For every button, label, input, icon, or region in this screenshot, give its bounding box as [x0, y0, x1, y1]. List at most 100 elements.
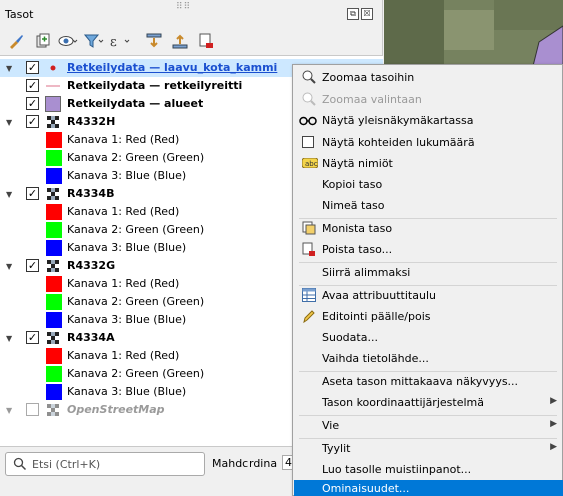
layer-checkbox[interactable]: ✓	[26, 331, 39, 344]
float-panel-icon[interactable]: ⧉	[347, 8, 359, 20]
style-brush-icon[interactable]	[6, 31, 26, 51]
svg-text:ε: ε	[110, 35, 117, 49]
menu-item-styles[interactable]: Tyylit ▶	[294, 438, 563, 459]
menu-label: Kopioi taso	[322, 178, 383, 191]
menu-item-toggle-editing[interactable]: Editointi päälle/pois	[294, 306, 563, 327]
menu-item-create-layer-notes[interactable]: Luo tasolle muistiinpanot...	[294, 459, 563, 480]
submenu-arrow-icon: ▶	[550, 419, 557, 429]
band-label: Kanava 2: Green (Green)	[67, 367, 205, 380]
raster-icon	[45, 402, 61, 418]
layer-checkbox[interactable]: ✓	[26, 259, 39, 272]
red-swatch	[46, 348, 62, 364]
blue-swatch	[46, 168, 62, 184]
drag-handle[interactable]: ⠿⠿	[176, 2, 191, 12]
expression-filter-icon[interactable]: ε	[110, 31, 130, 51]
expand-all-icon[interactable]	[144, 31, 164, 51]
menu-label: Zoomaa tasoihin	[322, 71, 415, 84]
line-symbol-icon	[45, 78, 61, 94]
svg-text:abc: abc	[305, 160, 318, 168]
menu-item-open-attribute-table[interactable]: Avaa attribuuttitaulu	[294, 285, 563, 306]
menu-item-show-in-overview[interactable]: Näytä yleisnäkymäkartassa	[294, 110, 563, 131]
menu-label: Siirrä alimmaksi	[322, 266, 411, 279]
red-swatch	[46, 204, 62, 220]
menu-label: Tason koordinaattijärjestelmä	[322, 396, 484, 409]
band-label: Kanava 2: Green (Green)	[67, 151, 205, 164]
menu-item-zoom-to-selection[interactable]: Zoomaa valintaan	[294, 89, 563, 110]
band-label: Kanava 3: Blue (Blue)	[67, 169, 187, 182]
search-input[interactable]: Etsi (Ctrl+K)	[5, 452, 205, 476]
menu-label: Näytä kohteiden lukumäärä	[322, 136, 475, 149]
menu-item-zoom-to-layers[interactable]: Zoomaa tasoihin	[294, 67, 563, 88]
raster-icon	[45, 258, 61, 274]
panel-title: Tasot	[5, 8, 34, 21]
collapse-arrow-icon[interactable]: ▼	[6, 190, 12, 199]
close-panel-icon[interactable]: ☒	[361, 8, 373, 20]
menu-label: Editointi päälle/pois	[322, 310, 431, 323]
filter-icon[interactable]	[84, 31, 104, 51]
label-icon: abc	[301, 157, 319, 172]
layer-label: Retkeilydata — laavu_kota_kammi	[67, 61, 278, 74]
collapse-arrow-icon[interactable]: ▼	[6, 262, 12, 271]
menu-label: Monista taso	[322, 222, 393, 235]
remove-layer-icon[interactable]	[196, 31, 216, 51]
qgis-window: Tasot ⠿⠿ ⧉ ☒ ε ▼ ✓ Retkeilydata — laavu_…	[0, 0, 563, 496]
band-label: Kanava 1: Red (Red)	[67, 205, 180, 218]
table-icon	[302, 288, 316, 302]
layer-checkbox[interactable]: ✓	[26, 187, 39, 200]
menu-label: Näytä nimiöt	[322, 157, 393, 170]
layer-context-menu: Zoomaa tasoihin Zoomaa valintaan Näytä y…	[292, 64, 563, 496]
layer-checkbox[interactable]: ✓	[26, 61, 39, 74]
raster-icon	[45, 330, 61, 346]
menu-item-set-scale-visibility[interactable]: Aseta tason mittakaava näkyvyys...	[294, 371, 563, 392]
panel-titlebar: Tasot ⠿⠿ ⧉ ☒	[0, 0, 383, 28]
red-swatch	[46, 132, 62, 148]
menu-item-change-data-source[interactable]: Vaihda tietolähde...	[294, 348, 563, 369]
layer-label: OpenStreetMap	[67, 403, 165, 416]
submenu-arrow-icon: ▶	[550, 396, 557, 406]
menu-item-export[interactable]: Vie ▶	[294, 415, 563, 436]
collapse-arrow-icon[interactable]: ▼	[6, 334, 12, 343]
band-label: Kanava 2: Green (Green)	[67, 295, 205, 308]
search-icon	[13, 457, 27, 474]
menu-label: Näytä yleisnäkymäkartassa	[322, 114, 474, 127]
blue-swatch	[46, 384, 62, 400]
blue-swatch	[46, 240, 62, 256]
zoom-icon	[302, 70, 316, 84]
band-label: Kanava 1: Red (Red)	[67, 349, 180, 362]
collapse-arrow-icon[interactable]: ▼	[6, 64, 12, 73]
pencil-icon	[302, 309, 316, 324]
menu-item-duplicate-layer[interactable]: Monista taso	[294, 218, 563, 239]
menu-item-properties[interactable]: Ominaisuudet...	[294, 480, 563, 496]
menu-item-show-feature-count[interactable]: Näytä kohteiden lukumäärä	[294, 132, 563, 153]
raster-icon	[45, 114, 61, 130]
duplicate-icon	[302, 221, 316, 235]
collapse-all-icon[interactable]	[170, 31, 190, 51]
menu-item-filter[interactable]: Suodata...	[294, 327, 563, 348]
menu-label: Vaihda tietolähde...	[322, 352, 429, 365]
menu-label: Zoomaa valintaan	[322, 93, 422, 106]
polygon-symbol-icon	[45, 96, 61, 112]
layer-label: R4332G	[67, 259, 116, 272]
collapse-arrow-icon[interactable]: ▼	[6, 406, 12, 415]
menu-item-show-labels[interactable]: abc Näytä nimiöt	[294, 153, 563, 174]
menu-item-copy-layer[interactable]: Kopioi taso	[294, 174, 563, 195]
menu-label: Nimeä taso	[322, 199, 385, 212]
band-label: Kanava 2: Green (Green)	[67, 223, 205, 236]
zoom-selection-icon	[302, 92, 316, 106]
menu-item-remove-layer[interactable]: Poista taso...	[294, 239, 563, 260]
remove-icon	[302, 242, 316, 256]
menu-item-move-to-bottom[interactable]: Siirrä alimmaksi	[294, 262, 563, 283]
menu-item-layer-crs[interactable]: Tason koordinaattijärjestelmä ▶	[294, 392, 563, 413]
layer-checkbox[interactable]	[26, 403, 39, 416]
collapse-arrow-icon[interactable]: ▼	[6, 118, 12, 127]
layer-checkbox[interactable]: ✓	[26, 97, 39, 110]
menu-label: Avaa attribuuttitaulu	[322, 289, 436, 302]
menu-item-rename-layer[interactable]: Nimeä taso	[294, 195, 563, 216]
menu-label: Poista taso...	[322, 243, 393, 256]
layer-checkbox[interactable]: ✓	[26, 79, 39, 92]
layer-checkbox[interactable]: ✓	[26, 115, 39, 128]
eye-visibility-icon[interactable]	[58, 31, 78, 51]
checkbox-icon[interactable]	[302, 136, 314, 148]
add-group-icon[interactable]	[32, 31, 52, 51]
red-swatch	[46, 276, 62, 292]
